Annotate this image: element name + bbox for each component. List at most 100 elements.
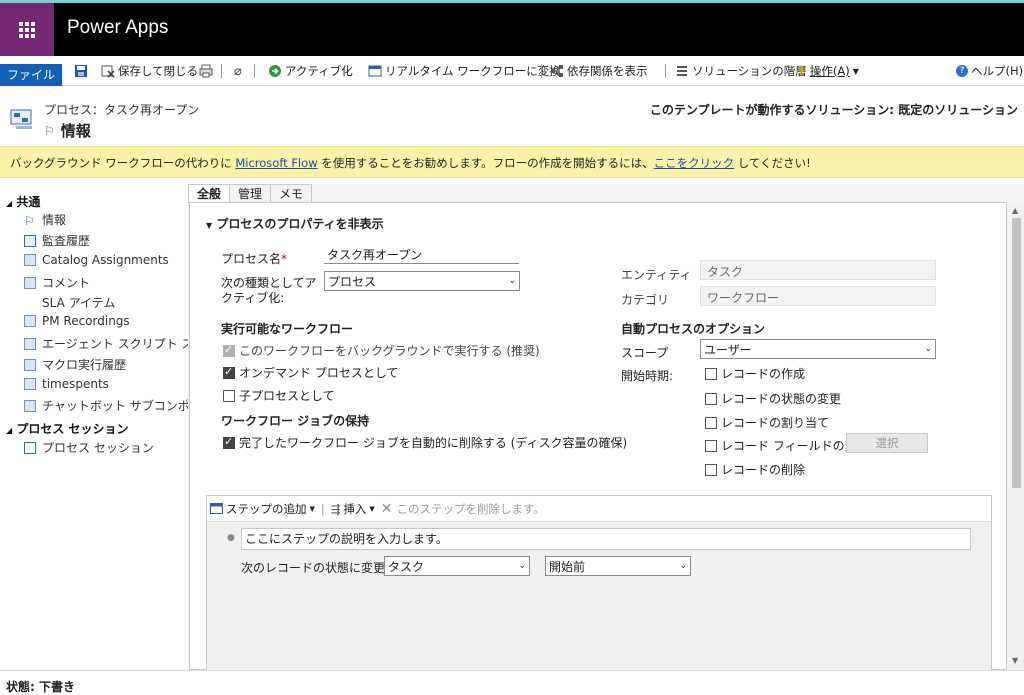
scroll-down-icon[interactable]: ▼ [1012, 656, 1018, 665]
insert-icon: ⇶ [330, 501, 341, 516]
print-button[interactable] [199, 60, 213, 82]
auto-options-heading: 自動プロセスのオプション [621, 322, 766, 336]
actions-menu[interactable]: ✦ 操作(A) ▼ [796, 60, 859, 82]
nav-item-label: timespents [42, 377, 109, 391]
run-background-checkbox[interactable]: このワークフローをバックグラウンドで実行する (推奨) [223, 342, 540, 359]
separator [665, 64, 666, 78]
retention-heading: ワークフロー ジョブの保持 [221, 414, 370, 428]
step-entity-select[interactable]: タスク ⌄ [384, 556, 530, 576]
paperclip-icon: ⌀ [234, 63, 242, 79]
start-on-status-change-checkbox[interactable]: レコードの状態の変更 [705, 390, 841, 407]
tab-admin[interactable]: 管理 [229, 184, 272, 203]
step-description-input[interactable]: ここにステップの説明を入力します。 [241, 528, 971, 550]
app-title[interactable]: Power Apps [67, 17, 168, 39]
nav-item-label: エージェント スクリプト ス… [42, 337, 206, 351]
file-tab[interactable]: ファイル [0, 64, 62, 86]
nav-item-label: 情報 [42, 213, 67, 227]
section-toggle[interactable]: ▼ プロセスのプロパティを非表示 [206, 215, 384, 232]
vertical-scrollbar[interactable]: ▲ ▼ [1009, 204, 1024, 668]
scope-label: スコープ [621, 346, 669, 360]
delete-step-button[interactable]: ✕ このステップを削除します。 [381, 501, 545, 517]
app-launcher-button[interactable] [0, 3, 54, 56]
save-close-button[interactable]: 保存して閉じる [101, 60, 198, 82]
attach-button[interactable]: ⌀ [234, 60, 242, 82]
child-process-label: 子プロセスとして [239, 389, 335, 403]
nav-item-sla[interactable]: SLA アイテム [42, 294, 115, 311]
show-dependencies-button[interactable]: 依存関係を表示 [550, 60, 648, 82]
nav-item-label: マクロ実行履歴 [42, 358, 127, 372]
save-close-icon [101, 65, 115, 78]
document-icon [24, 358, 36, 371]
solution-layers-button[interactable]: ソリューションの階層 [675, 60, 807, 82]
nav-item-catalog-assignments[interactable]: Catalog Assignments [24, 253, 169, 267]
document-icon [24, 399, 36, 412]
nav-group-process-session[interactable]: ◢ プロセス セッション [6, 420, 129, 437]
nav-item-label: PM Recordings [42, 314, 130, 328]
solution-layers-label: ソリューションの階層 [692, 64, 807, 78]
info-flow-icon: ⚐ [24, 213, 35, 228]
checkbox-icon [705, 464, 717, 476]
start-on-create-checkbox[interactable]: レコードの作成 [705, 365, 805, 382]
nav-item-process-session[interactable]: プロセス セッション [24, 439, 154, 456]
scroll-up-icon[interactable]: ▲ [1012, 206, 1018, 215]
select-fields-button[interactable]: 選択 [846, 433, 928, 453]
insert-menu[interactable]: ⇶ 挿入 ▼ [331, 501, 375, 517]
start-on-field-change-checkbox[interactable]: レコード フィールドの変更 [705, 437, 869, 454]
collapse-icon: ▼ [206, 221, 213, 230]
start-on-assign-checkbox[interactable]: レコードの割り当て [705, 414, 829, 431]
nav-item-pm-recordings[interactable]: PM Recordings [24, 314, 130, 328]
nav-group-common-label: 共通 [16, 195, 41, 209]
help-label: ヘルプ(H) [971, 64, 1024, 78]
scope-value: ユーザー [704, 342, 752, 357]
add-step-icon [210, 503, 223, 514]
document-icon [24, 315, 36, 327]
nav-item-timespents[interactable]: timespents [24, 377, 109, 391]
delete-step-label: このステップを削除します。 [396, 501, 545, 516]
microsoft-flow-link[interactable]: Microsoft Flow [235, 156, 317, 170]
process-icon [10, 109, 32, 129]
nav-item-agent-script[interactable]: エージェント スクリプト ス… [24, 335, 205, 352]
nav-group-common[interactable]: ◢ 共通 [6, 193, 40, 210]
breadcrumb: プロセス：タスク再オープン [44, 103, 200, 117]
start-option-label: レコードの削除 [721, 463, 806, 477]
separator [254, 64, 255, 78]
auto-delete-checkbox[interactable]: 完了したワークフロー ジョブを自動的に削除する (ディスク容量の確保) [223, 434, 627, 451]
child-process-checkbox[interactable]: 子プロセスとして [223, 387, 335, 404]
nav-item-audit-history[interactable]: 監査履歴 [24, 232, 90, 249]
tab-general[interactable]: 全般 [188, 184, 231, 203]
checkbox-icon [223, 365, 235, 379]
banner-prefix: バックグラウンド ワークフローの代わりに [10, 156, 232, 170]
on-demand-label: オンデマンド プロセスとして [239, 366, 399, 380]
help-menu[interactable]: ? ヘルプ(H) [956, 60, 1023, 82]
click-here-link[interactable]: ここをクリック [654, 156, 735, 170]
scrollbar-thumb[interactable] [1012, 218, 1021, 488]
required-mark: * [281, 252, 288, 266]
dependencies-icon [551, 65, 563, 77]
form-tabs: 全般 管理 メモ [188, 184, 313, 203]
checkbox-icon [223, 390, 235, 402]
form-header: プロセス：タスク再オープン ⚐ 情報 このテンプレートが動作するソリューション:… [0, 87, 1024, 145]
category-field: ワークフロー [700, 286, 936, 306]
add-step-menu[interactable]: ステップの追加 ▼ [210, 501, 315, 517]
step-status-select[interactable]: 開始前 ⌄ [545, 556, 691, 576]
activate-as-select[interactable]: プロセス ⌄ [324, 271, 520, 291]
convert-realtime-button[interactable]: リアルタイム ワークフローに変換 [368, 60, 561, 82]
layers-icon [677, 66, 687, 76]
start-on-delete-checkbox[interactable]: レコードの削除 [705, 461, 805, 478]
nav-item-label: 監査履歴 [42, 234, 91, 248]
document-icon [24, 378, 36, 390]
checkbox-icon [705, 368, 717, 380]
nav-item-chatbot-subcomponent[interactable]: チャットボット サブコンポ… [24, 397, 202, 414]
nav-item-comments[interactable]: コメント [24, 274, 90, 291]
process-name-input[interactable]: タスク再オープン [324, 245, 519, 264]
nav-item-info[interactable]: ⚐ 情報 [24, 211, 66, 228]
workflow-icon [368, 65, 382, 77]
activate-button[interactable]: アクティブ化 [268, 60, 353, 82]
scope-select[interactable]: ユーザー ⌄ [700, 339, 936, 359]
tab-notes[interactable]: メモ [270, 184, 313, 203]
checkbox-icon [223, 343, 235, 357]
save-button[interactable] [74, 60, 88, 82]
on-demand-checkbox[interactable]: オンデマンド プロセスとして [223, 364, 398, 381]
nav-item-macro-history[interactable]: マクロ実行履歴 [24, 356, 126, 373]
banner-middle: を使用することをお勧めします。フローの作成を開始するには、 [321, 156, 654, 170]
